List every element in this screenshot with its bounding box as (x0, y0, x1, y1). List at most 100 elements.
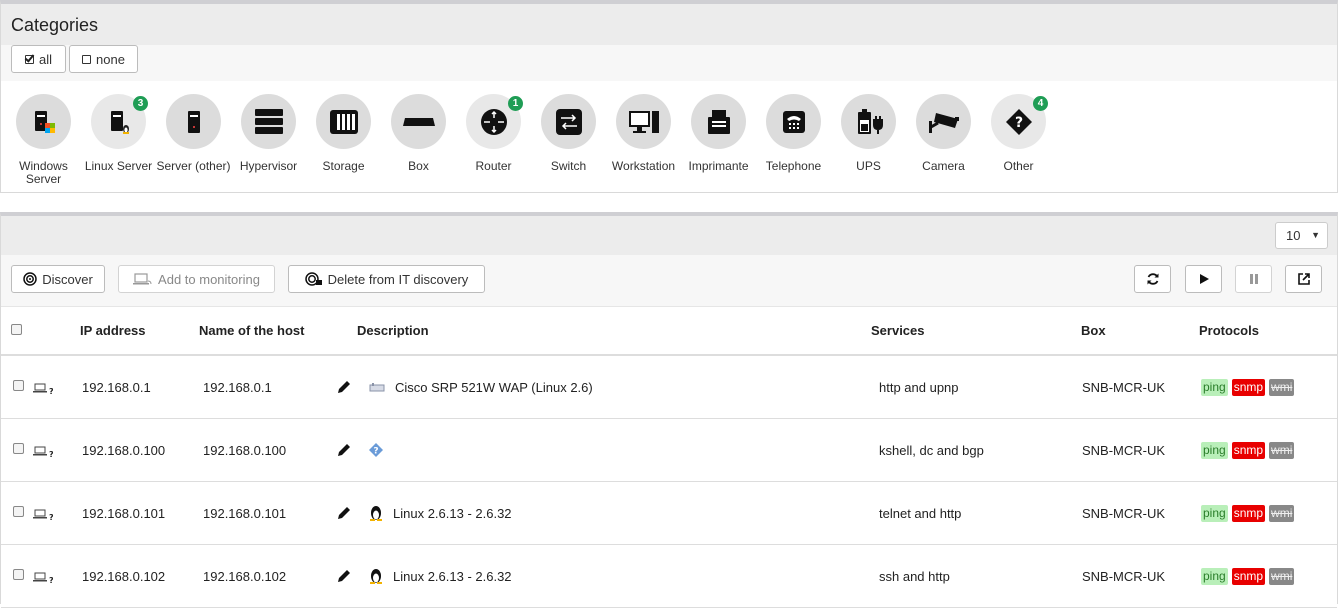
category-imprimante[interactable]: Imprimante (681, 94, 756, 173)
category-circle (916, 94, 971, 149)
table-row[interactable]: ? 192.168.0.1 192.168.0.1 Cisco SRP 521W… (1, 355, 1337, 419)
services-cell: kshell, dc and bgp (871, 418, 1081, 482)
select-all-rows-checkbox[interactable] (11, 323, 22, 335)
category-windows-server[interactable]: Windows Server (6, 94, 81, 186)
column-header-box[interactable]: Box (1081, 306, 1199, 356)
telephone-icon (782, 110, 805, 133)
column-header-host[interactable]: Name of the host (199, 306, 357, 356)
svg-text:?: ? (49, 576, 53, 584)
description-cell: Cisco SRP 521W WAP (Linux 2.6) (338, 355, 871, 419)
description-text: Linux 2.6.13 - 2.6.32 (393, 505, 512, 521)
svg-text:?: ? (49, 513, 53, 521)
edit-pencil-icon[interactable] (337, 506, 351, 520)
edit-pencil-icon[interactable] (337, 443, 351, 457)
table-row[interactable]: ? 192.168.0.101 192.168.0.101 Linux 2.6.… (1, 481, 1337, 545)
linux-icon (370, 569, 382, 584)
device-icon (369, 383, 385, 392)
category-linux-server[interactable]: 3 Linux Server (81, 94, 156, 173)
workstation-icon (628, 110, 659, 133)
category-circle (166, 94, 221, 149)
protocols-cell: ping snmp wmi (1199, 418, 1337, 482)
category-box[interactable]: Box (381, 94, 456, 173)
category-circle (841, 94, 896, 149)
row-checkbox[interactable] (13, 506, 24, 518)
category-server-other[interactable]: Server (other) (156, 94, 231, 173)
category-label: Switch (550, 159, 587, 173)
box-icon (402, 117, 435, 126)
export-button[interactable] (1285, 265, 1322, 293)
table-row[interactable]: ? 192.168.0.100 192.168.0.100 ? kshell, … (1, 418, 1337, 482)
caret-down-icon: ▼ (1311, 230, 1320, 240)
categories-panel: Categories all none Windows Server 3 Lin… (0, 0, 1338, 193)
host-cell: 192.168.0.102 (199, 544, 357, 608)
box-cell: SNB-MCR-UK (1081, 355, 1199, 419)
unknown-device-icon: ? (32, 383, 54, 396)
ip-cell: 192.168.0.1 (80, 355, 199, 419)
category-label: Telephone (765, 159, 822, 173)
protocol-snmp-badge: snmp (1231, 567, 1266, 585)
protocol-wmi-badge: wmi (1269, 567, 1295, 585)
discover-button[interactable]: Discover (11, 265, 105, 293)
protocol-wmi-badge: wmi (1269, 441, 1295, 459)
category-switch[interactable]: Switch (531, 94, 606, 173)
protocol-snmp-badge: snmp (1231, 441, 1266, 459)
category-ups[interactable]: UPS (831, 94, 906, 173)
host-cell: 192.168.0.101 (199, 481, 357, 545)
pause-button[interactable] (1235, 265, 1272, 293)
checked-checkbox-icon (24, 54, 34, 64)
description-cell: Linux 2.6.13 - 2.6.32 (338, 481, 871, 545)
edit-pencil-icon[interactable] (337, 569, 351, 583)
linux-icon (370, 506, 382, 521)
unknown-os-icon: ? (369, 443, 383, 457)
category-count-badge: 1 (508, 96, 523, 111)
column-header-description[interactable]: Description (357, 306, 871, 356)
column-header-ip[interactable]: IP address (80, 306, 199, 356)
ip-cell: 192.168.0.101 (80, 481, 199, 545)
category-hypervisor[interactable]: Hypervisor (231, 94, 306, 173)
categories-header: Categories (1, 4, 1337, 45)
category-label: Workstation (611, 159, 676, 173)
category-camera[interactable]: Camera (906, 94, 981, 173)
box-cell: SNB-MCR-UK (1081, 418, 1199, 482)
discover-label: Discover (42, 271, 93, 287)
row-checkbox[interactable] (13, 443, 24, 455)
category-count-badge: 4 (1033, 96, 1048, 111)
unknown-device-icon: ? (32, 509, 54, 522)
category-router[interactable]: 1 Router (456, 94, 531, 173)
category-storage[interactable]: Storage (306, 94, 381, 173)
categories-title: Categories (11, 15, 99, 35)
select-none-button[interactable]: none (69, 45, 138, 73)
ups-icon (857, 108, 883, 134)
row-checkbox[interactable] (13, 569, 24, 581)
page-size-select[interactable]: 10 ▼ (1275, 222, 1328, 249)
host-cell: 192.168.0.100 (199, 418, 357, 482)
hypervisor-icon (254, 108, 283, 134)
delete-from-discovery-button[interactable]: Delete from IT discovery (288, 265, 485, 293)
category-other[interactable]: ? 4 Other (981, 94, 1056, 173)
category-label: Linux Server (84, 159, 153, 173)
protocol-snmp-badge: snmp (1231, 504, 1266, 522)
hosts-header-bar: 10 ▼ (1, 216, 1337, 255)
server-icon (187, 110, 200, 133)
unknown-device-icon: ? (32, 446, 54, 459)
category-telephone[interactable]: Telephone (756, 94, 831, 173)
column-header-protocols[interactable]: Protocols (1199, 306, 1337, 356)
refresh-icon (1147, 273, 1158, 285)
category-workstation[interactable]: Workstation (606, 94, 681, 173)
category-circle (766, 94, 821, 149)
category-label: Windows Server (19, 159, 68, 186)
delete-from-discovery-label: Delete from IT discovery (327, 271, 469, 287)
protocol-wmi-badge: wmi (1269, 504, 1295, 522)
edit-pencil-icon[interactable] (337, 380, 351, 394)
categories-toolbar: all none (1, 45, 1337, 81)
column-header-services[interactable]: Services (871, 306, 1081, 356)
refresh-button[interactable] (1134, 265, 1171, 293)
ip-cell: 192.168.0.100 (80, 418, 199, 482)
table-row[interactable]: ? 192.168.0.102 192.168.0.102 Linux 2.6.… (1, 544, 1337, 608)
add-to-monitoring-button[interactable]: Add to monitoring (118, 265, 275, 293)
play-button[interactable] (1185, 265, 1222, 293)
hosts-panel: 10 ▼ Discover Add to monitoring Delete f… (0, 212, 1338, 608)
row-checkbox[interactable] (13, 380, 24, 392)
category-label: Hypervisor (239, 159, 298, 173)
select-all-button[interactable]: all (11, 45, 66, 73)
